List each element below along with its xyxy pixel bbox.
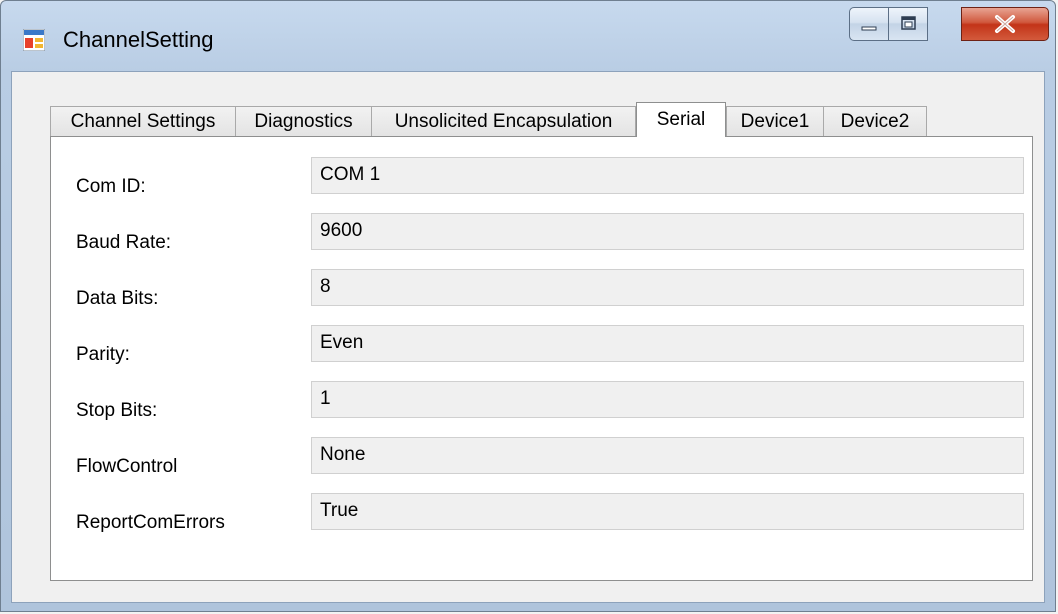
stop-bits-label: Stop Bits:	[76, 400, 158, 421]
com-id-label: Com ID:	[76, 176, 146, 197]
client-area: Channel Settings Diagnostics Unsolicited…	[11, 71, 1045, 603]
maximize-icon	[901, 16, 916, 30]
report-com-errors-field[interactable]: True	[311, 493, 1024, 530]
com-id-field[interactable]: COM 1	[311, 157, 1024, 194]
title-bar[interactable]: ChannelSetting	[1, 1, 1055, 71]
serial-tab-panel: Com ID: COM 1 Baud Rate: 9600 Data Bits:…	[50, 136, 1033, 581]
stop-bits-field[interactable]: 1	[311, 381, 1024, 418]
minimize-icon	[861, 26, 877, 31]
tab-unsolicited-encapsulation[interactable]: Unsolicited Encapsulation	[371, 106, 636, 137]
baud-rate-field[interactable]: 9600	[311, 213, 1024, 250]
channel-setting-window: ChannelSetting Channel Settings Diagnost…	[0, 0, 1056, 612]
parity-field[interactable]: Even	[311, 325, 1024, 362]
flow-control-field[interactable]: None	[311, 437, 1024, 474]
flow-control-label: FlowControl	[76, 456, 178, 477]
maximize-button[interactable]	[888, 7, 928, 41]
tab-device1[interactable]: Device1	[726, 106, 824, 137]
tab-diagnostics[interactable]: Diagnostics	[235, 106, 372, 137]
minimize-button[interactable]	[849, 7, 889, 41]
close-button[interactable]	[961, 7, 1049, 41]
tab-device2[interactable]: Device2	[823, 106, 927, 137]
baud-rate-label: Baud Rate:	[76, 232, 172, 253]
tab-serial[interactable]: Serial	[636, 102, 726, 137]
data-bits-field[interactable]: 8	[311, 269, 1024, 306]
form-window-icon	[23, 29, 45, 51]
parity-label: Parity:	[76, 344, 130, 365]
window-title: ChannelSetting	[63, 27, 214, 52]
report-com-errors-label: ReportComErrors	[76, 512, 225, 533]
tab-channel-settings[interactable]: Channel Settings	[50, 106, 236, 137]
data-bits-label: Data Bits:	[76, 288, 159, 309]
close-icon	[995, 15, 1015, 33]
